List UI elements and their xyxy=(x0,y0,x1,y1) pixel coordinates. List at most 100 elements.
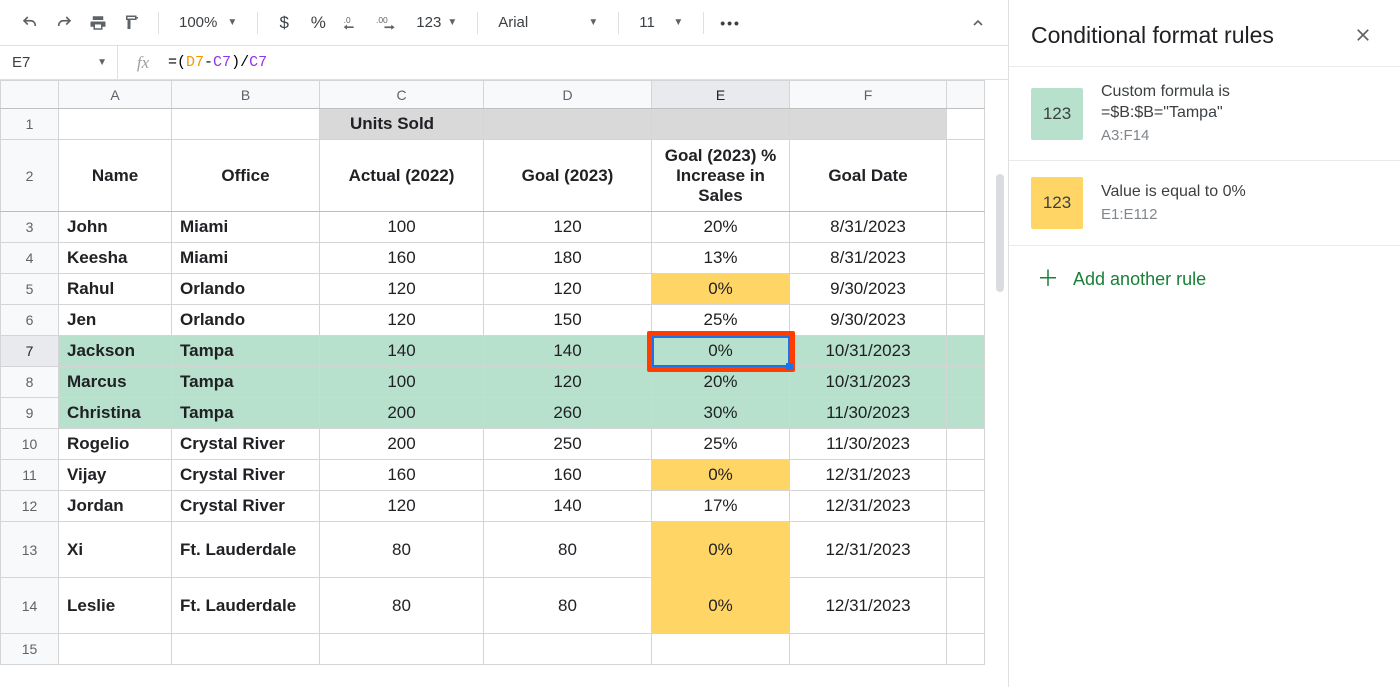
cell[interactable]: 13% xyxy=(652,243,790,274)
cell[interactable]: Orlando xyxy=(172,274,320,305)
cell[interactable] xyxy=(947,460,985,491)
cell[interactable]: 20% xyxy=(652,367,790,398)
cell[interactable]: 120 xyxy=(320,491,484,522)
cell[interactable]: Tampa xyxy=(172,398,320,429)
cell[interactable]: 140 xyxy=(484,336,652,367)
row-header[interactable]: 1 xyxy=(1,109,59,140)
cell[interactable] xyxy=(947,398,985,429)
cell[interactable]: 12/31/2023 xyxy=(790,460,947,491)
decrease-decimal-button[interactable]: .0 xyxy=(336,7,368,39)
cell[interactable] xyxy=(59,634,172,665)
cell[interactable]: 11/30/2023 xyxy=(790,398,947,429)
cell[interactable] xyxy=(947,243,985,274)
cell[interactable]: 17% xyxy=(652,491,790,522)
cell[interactable]: Xi xyxy=(59,522,172,578)
cell[interactable] xyxy=(320,634,484,665)
cell[interactable]: Jen xyxy=(59,305,172,336)
cell[interactable]: Goal (2023) % Increase in Sales xyxy=(652,140,790,212)
more-toolbar-button[interactable]: ••• xyxy=(714,7,747,39)
cell[interactable]: 180 xyxy=(484,243,652,274)
cell[interactable]: Goal (2023) xyxy=(484,140,652,212)
cell[interactable]: Leslie xyxy=(59,578,172,634)
cell[interactable]: 12/31/2023 xyxy=(790,491,947,522)
cell[interactable]: 200 xyxy=(320,429,484,460)
col-header-c[interactable]: C xyxy=(320,81,484,109)
row-header[interactable]: 4 xyxy=(1,243,59,274)
font-select[interactable]: Arial ▼ xyxy=(488,7,608,39)
cell[interactable] xyxy=(652,634,790,665)
add-rule-button[interactable]: ＋ Add another rule xyxy=(1009,246,1400,312)
row-header[interactable]: 5 xyxy=(1,274,59,305)
col-header-f[interactable]: F xyxy=(790,81,947,109)
cell-units-sold[interactable]: Units Sold xyxy=(320,109,484,140)
collapse-toolbar-button[interactable] xyxy=(962,7,994,39)
row-header[interactable]: 10 xyxy=(1,429,59,460)
cell[interactable]: 20% xyxy=(652,212,790,243)
cell[interactable]: 80 xyxy=(484,522,652,578)
cell[interactable] xyxy=(947,305,985,336)
cell[interactable]: Ft. Lauderdale xyxy=(172,578,320,634)
cell[interactable]: 9/30/2023 xyxy=(790,274,947,305)
cell[interactable] xyxy=(790,634,947,665)
cell[interactable]: Rogelio xyxy=(59,429,172,460)
col-header-blank[interactable] xyxy=(947,81,985,109)
cell[interactable]: 100 xyxy=(320,212,484,243)
cell[interactable]: 0% xyxy=(652,578,790,634)
cell[interactable]: 80 xyxy=(320,578,484,634)
cell[interactable]: 9/30/2023 xyxy=(790,305,947,336)
print-button[interactable] xyxy=(82,7,114,39)
cell[interactable]: Ft. Lauderdale xyxy=(172,522,320,578)
name-box[interactable]: E7 ▼ xyxy=(0,46,118,79)
cell[interactable]: 120 xyxy=(320,274,484,305)
cell[interactable]: 120 xyxy=(320,305,484,336)
cell[interactable]: Rahul xyxy=(59,274,172,305)
cell[interactable] xyxy=(947,336,985,367)
col-header-d[interactable]: D xyxy=(484,81,652,109)
close-panel-button[interactable] xyxy=(1348,20,1378,50)
cell[interactable] xyxy=(484,109,652,140)
row-header[interactable]: 11 xyxy=(1,460,59,491)
undo-button[interactable] xyxy=(14,7,46,39)
cell[interactable]: 160 xyxy=(320,243,484,274)
cell[interactable]: Jackson xyxy=(59,336,172,367)
cell[interactable]: 10/31/2023 xyxy=(790,336,947,367)
col-header-e[interactable]: E xyxy=(652,81,790,109)
format-rule-item[interactable]: 123 Custom formula is =$B:$B="Tampa" A3:… xyxy=(1009,67,1400,161)
cell[interactable]: 80 xyxy=(484,578,652,634)
cell[interactable] xyxy=(947,578,985,634)
cell[interactable]: 100 xyxy=(320,367,484,398)
cell[interactable]: Name xyxy=(59,140,172,212)
cell[interactable] xyxy=(947,367,985,398)
cell[interactable]: Miami xyxy=(172,243,320,274)
vertical-scrollbar-thumb[interactable] xyxy=(996,174,1004,292)
row-header[interactable]: 6 xyxy=(1,305,59,336)
cell[interactable] xyxy=(947,274,985,305)
cell[interactable]: 25% xyxy=(652,429,790,460)
formula-input[interactable]: =(D7-C7)/C7 xyxy=(168,54,267,71)
cell[interactable]: Vijay xyxy=(59,460,172,491)
increase-decimal-button[interactable]: .00 xyxy=(370,7,404,39)
cell[interactable]: Crystal River xyxy=(172,460,320,491)
cell[interactable]: 11/30/2023 xyxy=(790,429,947,460)
cell[interactable]: Miami xyxy=(172,212,320,243)
font-size-select[interactable]: 11 ▼ xyxy=(629,7,693,39)
cell[interactable]: 200 xyxy=(320,398,484,429)
cell[interactable]: 10/31/2023 xyxy=(790,367,947,398)
cell[interactable] xyxy=(947,109,985,140)
cell[interactable]: 140 xyxy=(484,491,652,522)
cell[interactable]: Marcus xyxy=(59,367,172,398)
col-header-a[interactable]: A xyxy=(59,81,172,109)
cell[interactable]: 260 xyxy=(484,398,652,429)
format-currency-button[interactable]: $ xyxy=(268,7,300,39)
cell[interactable]: 80 xyxy=(320,522,484,578)
row-header[interactable]: 12 xyxy=(1,491,59,522)
cell[interactable]: 0% xyxy=(652,336,790,367)
row-header[interactable]: 8 xyxy=(1,367,59,398)
format-rule-item[interactable]: 123 Value is equal to 0% E1:E112 xyxy=(1009,161,1400,246)
cell[interactable]: 150 xyxy=(484,305,652,336)
cell[interactable]: Crystal River xyxy=(172,429,320,460)
cell[interactable] xyxy=(652,109,790,140)
cell[interactable]: 120 xyxy=(484,274,652,305)
cell[interactable] xyxy=(947,140,985,212)
cell[interactable]: 0% xyxy=(652,522,790,578)
